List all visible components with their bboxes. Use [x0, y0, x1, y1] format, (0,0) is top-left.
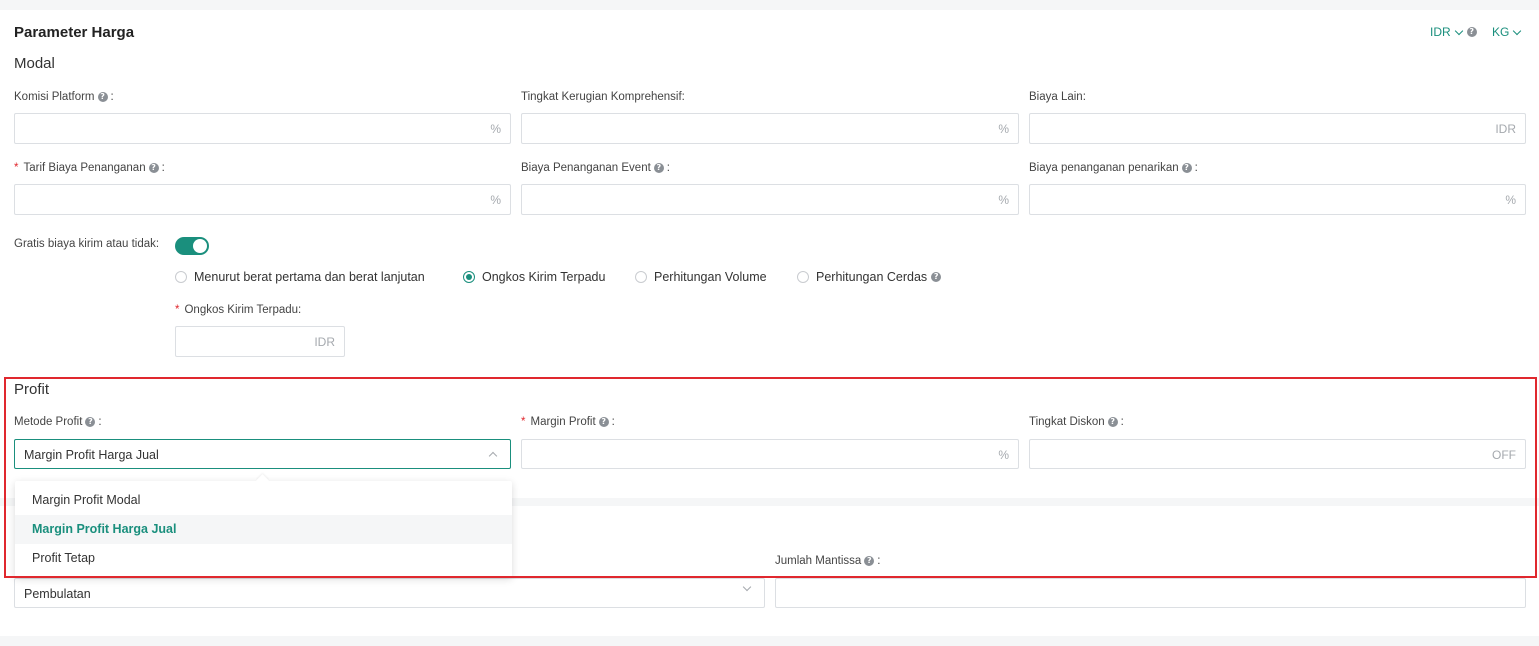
unit-suffix: % [998, 448, 1009, 462]
unit-suffix: IDR [314, 335, 335, 349]
jumlah-mantissa-label: Jumlah Mantissa ?: [775, 555, 881, 567]
metode-profit-label-text: Metode Profit [14, 416, 83, 428]
chevron-down-icon [1454, 26, 1463, 35]
help-icon[interactable]: ? [1107, 417, 1118, 427]
unit-suffix: OFF [1492, 448, 1516, 462]
ongkos-kirim-input[interactable]: IDR [175, 326, 345, 357]
tarif-biaya-penanganan-label-text: Tarif Biaya Penanganan [23, 162, 146, 174]
margin-profit-input[interactable]: % [521, 439, 1019, 469]
jumlah-mantissa-label-text: Jumlah Mantissa [775, 555, 862, 567]
help-icon[interactable]: ? [931, 272, 942, 282]
tarif-biaya-penanganan-label: * Tarif Biaya Penanganan ?: [14, 162, 165, 174]
biaya-lain-label: Biaya Lain: [1029, 91, 1086, 103]
help-icon[interactable]: ? [598, 417, 609, 427]
ongkos-kirim-label-text: Ongkos Kirim Terpadu: [184, 304, 302, 316]
radio-button[interactable] [797, 271, 809, 283]
komisi-platform-label: Komisi Platform ?: [14, 91, 114, 103]
biaya-penanganan-penarikan-input[interactable]: % [1029, 184, 1526, 215]
weight-selector[interactable]: KG [1492, 25, 1522, 39]
biaya-penanganan-penarikan-label: Biaya penanganan penarikan ?: [1029, 162, 1198, 174]
tingkat-diskon-label-text: Tingkat Diskon [1029, 416, 1105, 428]
unit-suffix: % [490, 193, 501, 207]
section-heading-profit: Profit [14, 381, 50, 398]
shipping-option-label: Ongkos Kirim Terpadu [482, 270, 606, 284]
metode-profit-select[interactable]: Margin Profit Harga Jual [14, 439, 511, 469]
weight-label: KG [1492, 25, 1510, 39]
currency-label: IDR [1430, 25, 1451, 39]
free-shipping-toggle[interactable] [175, 237, 209, 255]
tingkat-kerugian-label: Tingkat Kerugian Komprehensif: [521, 91, 685, 103]
unit-suffix: IDR [1495, 122, 1516, 136]
shipping-option-label: Perhitungan Cerdas [816, 270, 928, 284]
rounding-select[interactable]: Pembulatan [14, 578, 765, 608]
unit-suffix: % [998, 122, 1009, 136]
required-mark: * [175, 304, 180, 316]
page-title: Parameter Harga [14, 24, 135, 41]
tingkat-diskon-input[interactable]: OFF [1029, 439, 1526, 469]
dropdown-option-profit-tetap[interactable]: Profit Tetap [15, 544, 512, 573]
colon: : [161, 162, 165, 174]
biaya-penanganan-event-label-text: Biaya Penanganan Event [521, 162, 651, 174]
shipping-option-smart[interactable]: Perhitungan Cerdas ? [797, 270, 942, 284]
section-heading-modal: Modal [14, 55, 55, 72]
ongkos-kirim-label: * Ongkos Kirim Terpadu: [175, 304, 301, 316]
shipping-option-weight[interactable]: Menurut berat pertama dan berat lanjutan [175, 270, 425, 284]
help-icon[interactable]: ? [864, 556, 875, 566]
shipping-option-label: Perhitungan Volume [654, 270, 767, 284]
tingkat-kerugian-input[interactable]: % [521, 113, 1019, 144]
unit-suffix: % [490, 122, 501, 136]
select-value: Pembulatan [24, 587, 91, 601]
colon: : [98, 416, 102, 428]
unit-suffix: % [1505, 193, 1516, 207]
currency-selector[interactable]: IDR ? [1430, 25, 1477, 39]
biaya-penanganan-event-input[interactable]: % [521, 184, 1019, 215]
chevron-down-icon [742, 582, 752, 592]
dropdown-option-margin-profit-harga-jual[interactable]: Margin Profit Harga Jual [15, 515, 512, 544]
help-icon[interactable]: ? [85, 417, 96, 427]
help-icon[interactable]: ? [97, 92, 108, 102]
margin-profit-label: * Margin Profit ?: [521, 416, 615, 428]
required-mark: * [14, 162, 19, 174]
chevron-up-icon [488, 451, 498, 461]
colon: : [1194, 162, 1198, 174]
komisi-platform-label-text: Komisi Platform [14, 91, 95, 103]
radio-button-selected[interactable] [463, 271, 475, 283]
tingkat-diskon-label: Tingkat Diskon ?: [1029, 416, 1124, 428]
select-value: Margin Profit Harga Jual [24, 448, 159, 462]
shipping-option-unified[interactable]: Ongkos Kirim Terpadu [463, 270, 605, 284]
biaya-penanganan-event-label: Biaya Penanganan Event ?: [521, 162, 670, 174]
help-icon[interactable]: ? [653, 163, 664, 173]
radio-button[interactable] [175, 271, 187, 283]
free-shipping-label: Gratis biaya kirim atau tidak: [14, 238, 160, 250]
help-icon[interactable]: ? [1181, 163, 1192, 173]
shipping-option-volume[interactable]: Perhitungan Volume [635, 270, 767, 284]
komisi-platform-input[interactable]: % [14, 113, 511, 144]
dropdown-option-margin-profit-modal[interactable]: Margin Profit Modal [15, 486, 512, 515]
metode-profit-label: Metode Profit ?: [14, 416, 102, 428]
help-icon[interactable]: ? [1466, 27, 1477, 37]
margin-profit-label-text: Margin Profit [530, 416, 596, 428]
help-icon[interactable]: ? [148, 163, 159, 173]
required-mark: * [521, 416, 526, 428]
unit-suffix: % [998, 193, 1009, 207]
colon: : [110, 91, 114, 103]
colon: : [611, 416, 615, 428]
colon: : [877, 555, 881, 567]
radio-button[interactable] [635, 271, 647, 283]
chevron-down-icon [1513, 26, 1522, 35]
shipping-option-label: Menurut berat pertama dan berat lanjutan [194, 270, 425, 284]
biaya-penanganan-penarikan-label-text: Biaya penanganan penarikan [1029, 162, 1179, 174]
colon: : [666, 162, 670, 174]
jumlah-mantissa-input[interactable] [775, 578, 1526, 608]
colon: : [1120, 416, 1124, 428]
biaya-lain-input[interactable]: IDR [1029, 113, 1526, 144]
tarif-biaya-penanganan-input[interactable]: % [14, 184, 511, 215]
metode-profit-dropdown: Margin Profit Modal Margin Profit Harga … [15, 481, 512, 577]
